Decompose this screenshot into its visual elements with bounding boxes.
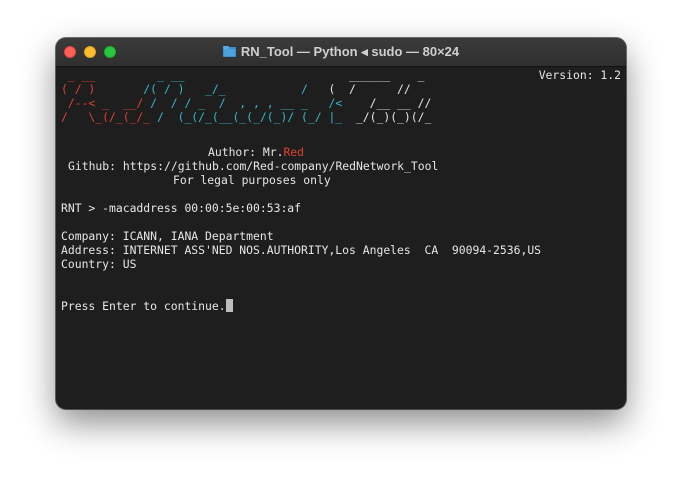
terminal-content[interactable]: Version: 1.2 _ __ _ __ ______ _ ( / ) /(… xyxy=(61,68,621,404)
banner-cyan-3: / / / _ / , , , __ _ /< xyxy=(150,96,370,110)
banner-white-4: _/(_)(_)(/_ xyxy=(349,110,432,124)
banner-cyan-4: / (_(/_(__(_(_/(_)/ (_/ |_ xyxy=(157,110,350,124)
author-label: Author: Mr. xyxy=(208,145,284,159)
author-name: Red xyxy=(283,145,305,159)
banner-cyan-2: /( / ) _/_ / xyxy=(143,82,322,96)
address-line: Address: INTERNET ASS'NED NOS.AUTHORITY,… xyxy=(61,243,542,257)
banner-line-1: _ __ _ __ ______ _ xyxy=(61,68,425,82)
country-line: Country: US xyxy=(61,257,137,271)
banner-white-3: /__ __ // xyxy=(369,96,432,110)
banner-line-3: /--< _ __/ / / / _ / , , , __ _ /< /__ _… xyxy=(61,96,432,110)
terminal-window: RN_Tool — Python ◂ sudo — 80×24 Version:… xyxy=(56,38,626,409)
github-line: Github: https://github.com/Red-company/R… xyxy=(68,159,439,173)
title-bar[interactable]: RN_Tool — Python ◂ sudo — 80×24 xyxy=(56,38,626,67)
banner-line-4: / \_(/_(_/_ / (_(/_(__(_(_/(_)/ (_/ |_ _… xyxy=(61,110,431,124)
author-line: Author: Mr.Red xyxy=(208,145,304,159)
banner-white-2: ( / // xyxy=(321,82,411,96)
continue-prompt: Press Enter to continue. xyxy=(61,299,226,313)
continue-line: Press Enter to continue. xyxy=(61,299,233,313)
window-title-text: RN_Tool — Python ◂ sudo — 80×24 xyxy=(240,44,460,59)
banner-cyan-1: _ __ xyxy=(157,68,233,82)
folder-icon xyxy=(222,46,236,57)
banner-red-4: / \_(/_(_/_ xyxy=(61,110,158,124)
window-title: RN_Tool — Python ◂ sudo — 80×24 xyxy=(56,38,626,66)
text-cursor[interactable] xyxy=(225,299,233,312)
banner-white-1: ______ _ xyxy=(232,68,425,82)
version-label: Version: 1.2 xyxy=(538,68,621,82)
banner-red-2: ( / ) xyxy=(61,82,144,96)
banner-red-3: /--< _ __/ xyxy=(61,96,151,110)
legal-line: For legal purposes only xyxy=(173,173,331,187)
command-prompt-line: RNT > -macaddress 00:00:5e:00:53:af xyxy=(61,201,302,215)
company-line: Company: ICANN, IANA Department xyxy=(61,229,274,243)
banner-red-1: _ __ xyxy=(61,68,158,82)
banner-line-2: ( / ) /( / ) _/_ / ( / // xyxy=(61,82,411,96)
